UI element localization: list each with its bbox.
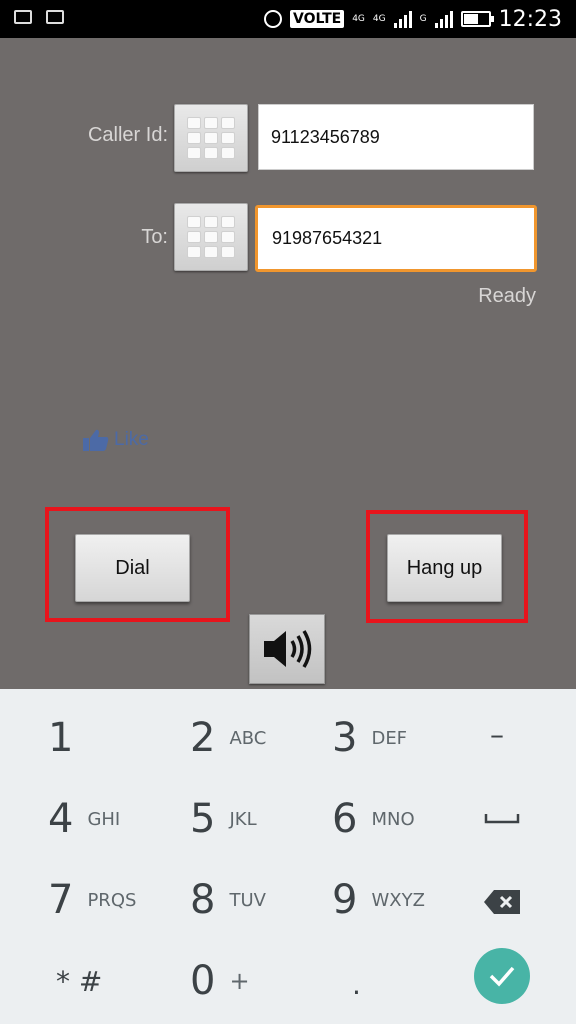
check-icon (489, 966, 515, 987)
alarm-icon (263, 10, 282, 28)
key-dash[interactable]: – (490, 718, 504, 751)
key-8[interactable]: 8 TUV (190, 877, 266, 923)
backspace-key[interactable] (482, 888, 522, 916)
dial-button[interactable]: Dial (75, 534, 190, 602)
speaker-icon (264, 630, 312, 668)
key-1[interactable]: 1 (48, 715, 73, 761)
volte-badge: VOLTE (289, 10, 345, 28)
network-type-2: 4G (372, 14, 386, 24)
caller-id-label: Caller Id: (87, 124, 168, 146)
like-label: Like (114, 429, 149, 450)
status-bar: VOLTE 4G 4G G 12:23 (0, 0, 576, 38)
network-type-3: G (419, 14, 427, 24)
network-type-1: 4G (352, 14, 365, 24)
done-button[interactable] (474, 948, 530, 1004)
to-field[interactable]: 91987654321 (255, 205, 537, 272)
signal-icon-2 (434, 10, 453, 28)
image-notification-icon (46, 10, 64, 24)
thumbs-up-icon (83, 429, 109, 451)
speaker-button[interactable] (249, 614, 325, 684)
clock: 12:23 (498, 6, 562, 32)
key-3[interactable]: 3 DEF (332, 715, 407, 761)
key-7[interactable]: 7 PRQS (48, 877, 136, 923)
key-6[interactable]: 6 MNO (332, 796, 415, 842)
key-2[interactable]: 2 ABC (190, 715, 266, 761)
caller-id-contacts-button[interactable] (174, 104, 248, 172)
space-icon (484, 814, 520, 824)
hang-up-button[interactable]: Hang up (387, 534, 502, 602)
key-star-hash[interactable]: * # (56, 965, 102, 998)
key-0[interactable]: 0 + (190, 958, 250, 1004)
backspace-icon (484, 890, 520, 914)
key-9[interactable]: 9 WXYZ (332, 877, 425, 923)
signal-icon (393, 10, 412, 28)
keyboard-notification-icon (14, 10, 32, 24)
key-period[interactable]: . (352, 968, 361, 1001)
to-label: To: (141, 226, 168, 248)
to-contacts-button[interactable] (174, 203, 248, 271)
battery-icon (460, 11, 494, 27)
key-5[interactable]: 5 JKL (190, 796, 257, 842)
status-label: Ready (478, 285, 536, 307)
key-space[interactable] (484, 812, 520, 824)
like-button[interactable]: Like (82, 428, 149, 452)
key-4[interactable]: 4 GHI (48, 796, 120, 842)
caller-id-field[interactable]: 91123456789 (258, 104, 534, 170)
